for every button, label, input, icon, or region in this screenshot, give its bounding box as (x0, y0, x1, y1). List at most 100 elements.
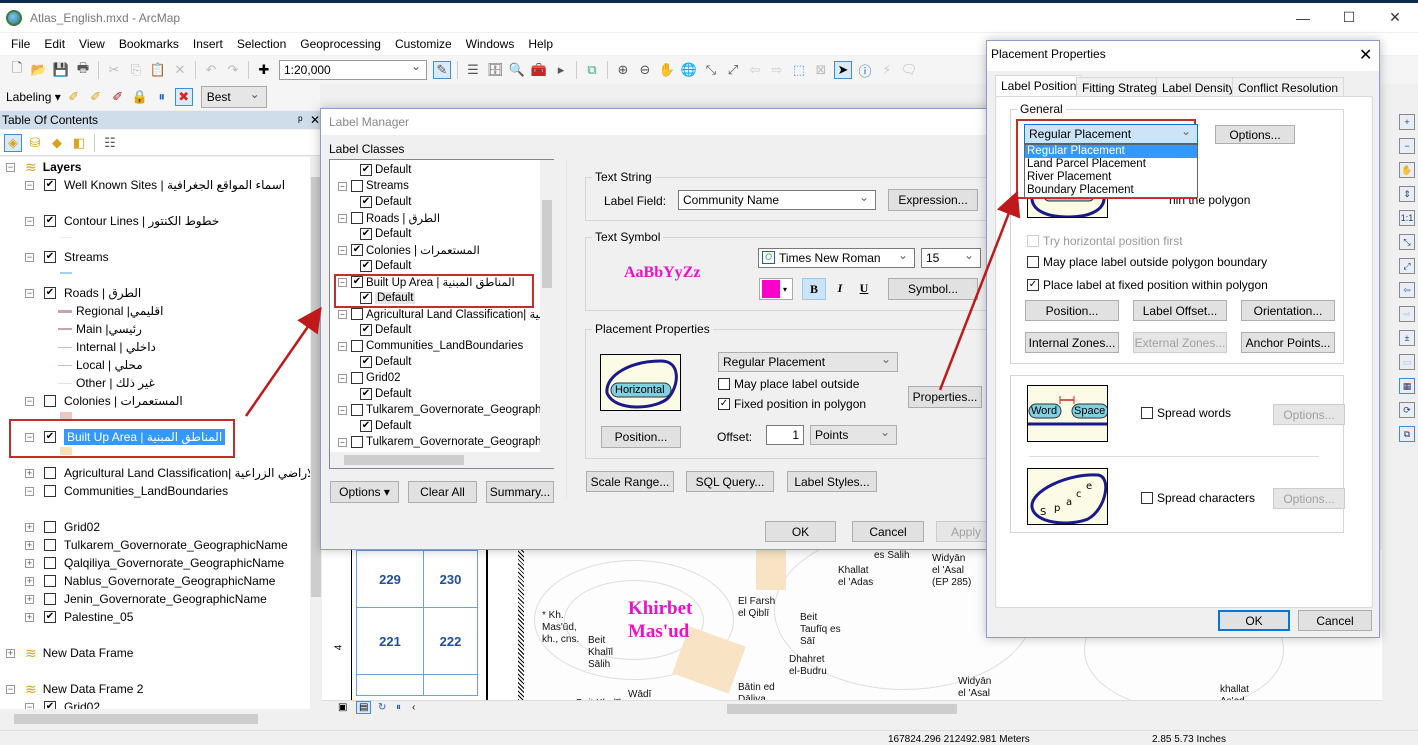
zoom-control-icon[interactable]: ± (1399, 330, 1415, 346)
ok-button[interactable]: OK (1218, 610, 1290, 631)
collapse-icon[interactable]: − (338, 405, 347, 415)
font-size-combo[interactable]: 15 (921, 248, 981, 268)
pan-hand-icon[interactable]: ✋ (658, 61, 676, 79)
collapse-icon[interactable]: − (25, 396, 34, 406)
change-layout-icon[interactable]: ⟳ (1399, 402, 1415, 418)
collapse-icon[interactable]: − (25, 180, 34, 190)
toc-layer[interactable]: − ✔ Grid02 (25, 698, 100, 709)
spread-characters-options-button[interactable]: Options... (1273, 488, 1345, 509)
layout-zoom-in-icon[interactable]: + (1399, 114, 1415, 130)
italic-toggle[interactable]: I (828, 278, 852, 300)
layer-checkbox[interactable] (44, 485, 56, 497)
label-class-checkbox[interactable]: ✔ (360, 420, 372, 432)
toc-horizontal-scrollbar[interactable] (0, 712, 322, 726)
dropdown-option[interactable]: Boundary Placement (1025, 184, 1197, 197)
checkbox[interactable] (1027, 235, 1039, 247)
close-dialog-icon[interactable]: ✕ (1359, 45, 1372, 65)
label-classes-tree[interactable]: ✔ Default − Streams ✔ Default − Roads | الطرق ✔ D… (329, 159, 554, 469)
select-features-icon[interactable]: ⬚ (790, 61, 808, 79)
add-data-icon[interactable]: ✚ (255, 61, 273, 79)
collapse-icon[interactable]: − (6, 684, 15, 694)
fixed-position-checkbox[interactable]: ✓ Fixed position in polygon (718, 397, 866, 411)
font-combo[interactable]: O Times New Roman (758, 248, 915, 268)
hyperlink-icon[interactable]: ⚡ (878, 61, 896, 79)
scale-range-button[interactable]: Scale Range... (586, 471, 674, 492)
expand-icon[interactable]: + (25, 540, 34, 550)
model-builder-icon[interactable]: ⧉ (583, 61, 601, 79)
labeling-menu[interactable]: Labeling ▾ (6, 90, 61, 104)
label-class-checkbox[interactable]: ✔ (360, 196, 372, 208)
go-back-extent-icon[interactable]: ⇦ (1399, 282, 1415, 298)
label-class-checkbox[interactable] (351, 212, 363, 224)
table-of-contents-icon[interactable]: ☰ (464, 61, 482, 79)
general-options-button[interactable]: Options... (1215, 125, 1295, 144)
menu-help[interactable]: Help (521, 37, 560, 51)
collapse-icon[interactable]: − (25, 432, 34, 442)
scrollbar-thumb[interactable] (542, 200, 552, 288)
collapse-icon[interactable]: − (25, 288, 34, 298)
label-class-layer-item[interactable]: − Agricultural Land Classification| عية (338, 306, 546, 322)
label-class-default-item[interactable]: ✔ Default (360, 322, 411, 338)
toc-layer[interactable]: − ✔ Streams (25, 248, 109, 266)
toggle-draft-mode-icon[interactable]: ▭ (1399, 354, 1415, 370)
toc-data-frame[interactable]: + ≋ New Data Frame (6, 644, 133, 662)
list-by-visibility-icon[interactable]: ◆ (48, 134, 66, 152)
collapse-icon[interactable]: − (25, 486, 34, 496)
dropdown-option[interactable]: Land Parcel Placement (1025, 158, 1197, 171)
forward-extent-icon[interactable]: ⇨ (768, 61, 786, 79)
symbol-button[interactable]: Symbol... (888, 278, 978, 300)
labeling-engine-combo[interactable]: Best (200, 86, 267, 108)
print-icon[interactable]: 🖶 (74, 60, 92, 79)
new-document-icon[interactable]: 🗋 (8, 60, 26, 79)
layer-checkbox[interactable] (44, 557, 56, 569)
ok-button[interactable]: OK (765, 521, 836, 542)
undo-icon[interactable]: ↶ (202, 61, 220, 79)
label-class-default-item[interactable]: ✔ Default (360, 386, 411, 402)
toc-data-frame[interactable]: − ≋ New Data Frame 2 (6, 680, 143, 698)
zoom-out-icon[interactable]: ⊖ (636, 61, 654, 79)
close-window-button[interactable]: ✕ (1372, 3, 1418, 32)
select-elements-arrow-icon[interactable]: ➤ (834, 61, 852, 79)
toc-layers-root[interactable]: − ≋ Layers (6, 158, 81, 176)
label-class-layer-item[interactable]: − Streams (338, 178, 409, 194)
try-horizontal-checkbox[interactable]: Try horizontal position first (1027, 234, 1183, 248)
label-class-layer-item[interactable]: − Tulkarem_Governorate_Geographic (338, 402, 550, 418)
label-class-checkbox[interactable] (351, 404, 363, 416)
toc-layer[interactable]: + Agricultural Land Classification| الارا… (25, 464, 310, 482)
data-view-icon[interactable]: ▣ (338, 702, 347, 713)
layer-checkbox[interactable] (44, 521, 56, 533)
label-class-default-item[interactable]: ✔ Default (360, 226, 411, 242)
may-place-outside-checkbox[interactable]: May place label outside (718, 377, 859, 391)
layout-zoom-out-icon[interactable]: − (1399, 138, 1415, 154)
tree-vertical-scrollbar[interactable] (540, 160, 554, 452)
open-icon[interactable]: 📂 (30, 61, 48, 79)
expression-button[interactable]: Expression... (888, 189, 978, 211)
map-horizontal-scroll-thumb[interactable] (727, 704, 957, 714)
list-by-drawing-order-icon[interactable]: ◈ (4, 133, 22, 152)
menu-file[interactable]: File (4, 37, 37, 51)
orientation-button[interactable]: Orientation... (1241, 300, 1335, 321)
underline-toggle[interactable]: U (852, 278, 876, 300)
toc-layer[interactable]: − Colonies | المستعمرات (25, 392, 183, 410)
label-class-default-item[interactable]: ✔ Default (360, 162, 411, 178)
label-class-checkbox[interactable]: ✔ (360, 356, 372, 368)
checkbox[interactable] (1141, 407, 1153, 419)
lock-icon[interactable]: 🔒 (131, 88, 149, 106)
collapse-icon[interactable]: − (338, 245, 347, 255)
label-class-checkbox[interactable] (351, 372, 363, 384)
label-class-checkbox[interactable]: ✔ (360, 388, 372, 400)
offset-units-combo[interactable]: Points (810, 425, 897, 445)
placement-type-combo[interactable]: Regular Placement (1024, 124, 1198, 144)
collapse-icon[interactable]: − (338, 213, 347, 223)
label-field-combo[interactable]: Community Name (678, 190, 876, 210)
label-class-checkbox[interactable]: ✔ (360, 228, 372, 240)
anchor-points-button[interactable]: Anchor Points... (1241, 332, 1335, 353)
collapse-icon[interactable]: − (25, 702, 34, 709)
layer-checkbox[interactable]: ✔ (44, 251, 56, 263)
layer-checkbox[interactable]: ✔ (44, 287, 56, 299)
toc-layer[interactable]: + ✔ Palestine_05 (25, 608, 133, 626)
clear-selection-icon[interactable]: ⊠ (812, 61, 830, 79)
map-scale-combo[interactable]: 1:20,000 (279, 59, 427, 80)
layer-checkbox[interactable]: ✔ (44, 179, 56, 191)
checkbox[interactable] (718, 378, 730, 390)
